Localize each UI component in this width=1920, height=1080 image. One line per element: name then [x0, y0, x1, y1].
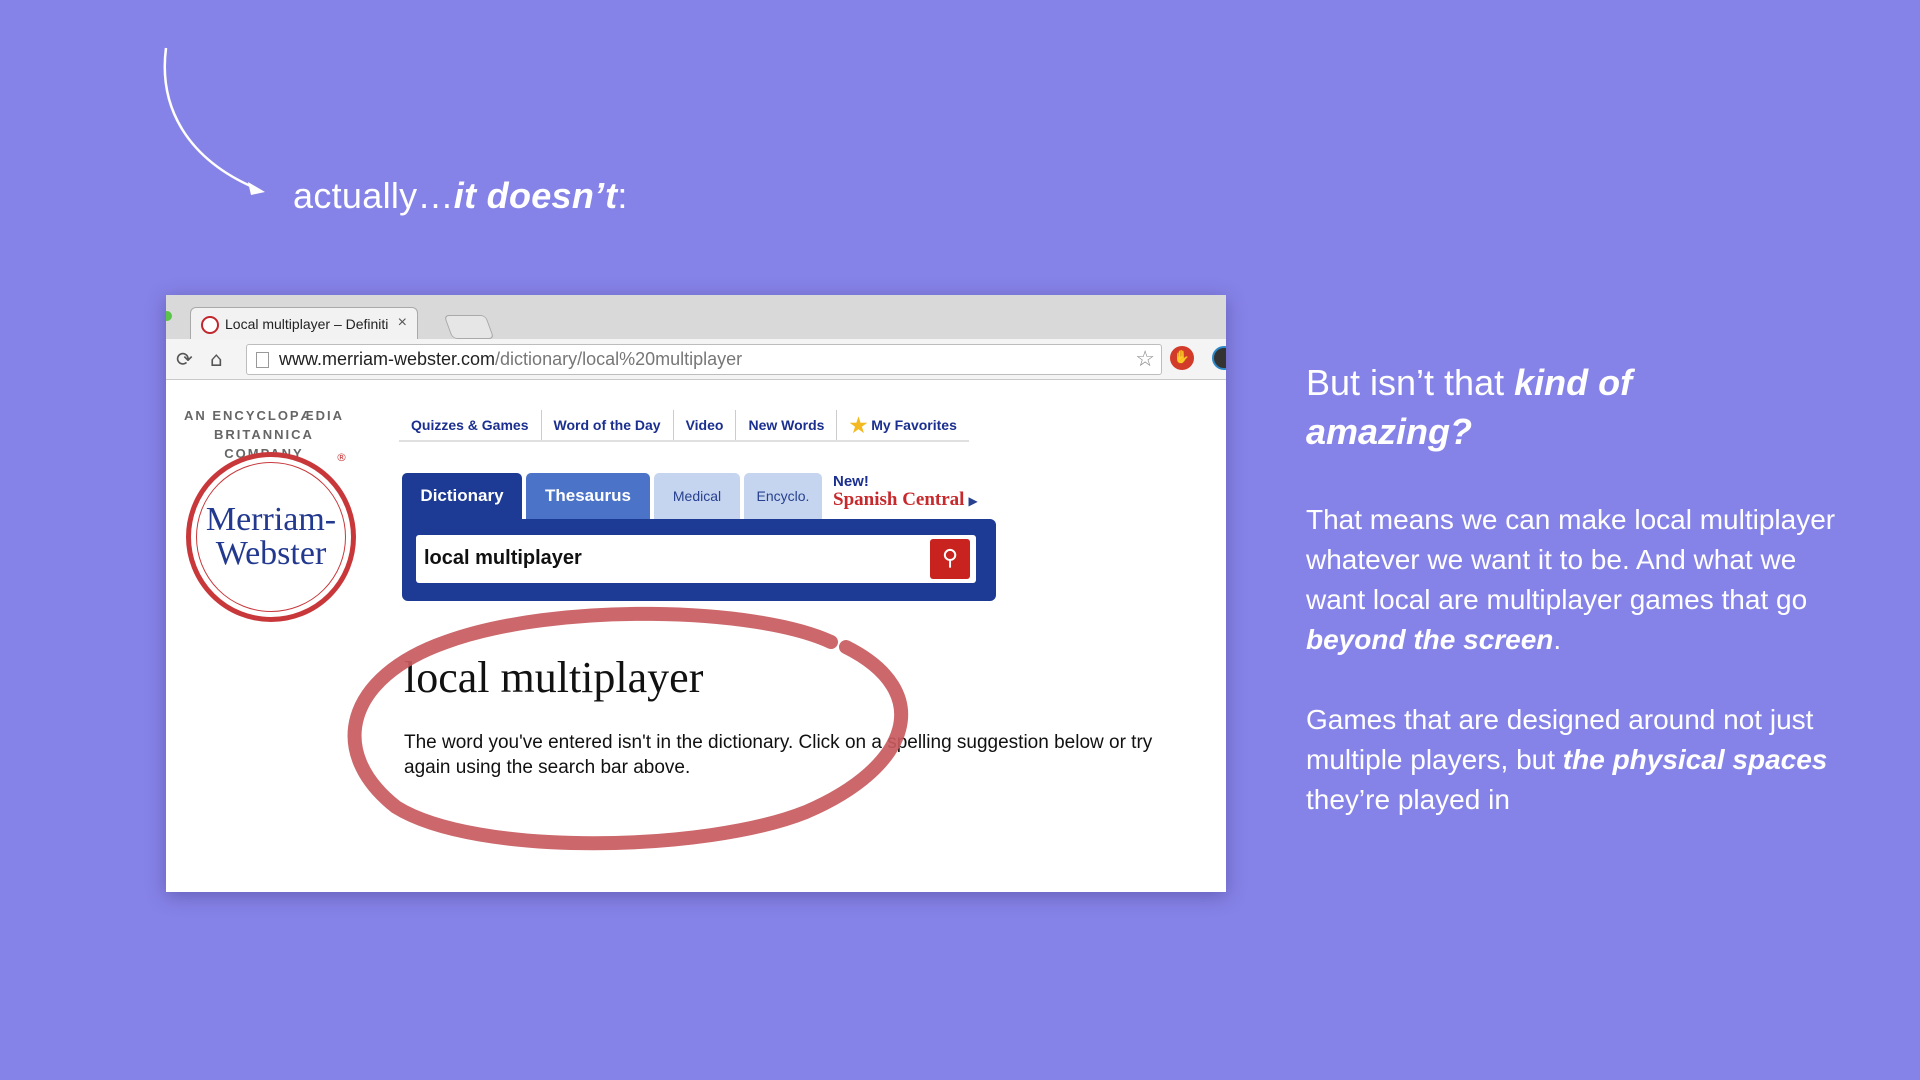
tab-thesaurus[interactable]: Thesaurus: [526, 473, 650, 519]
spanish-central-link[interactable]: New! Spanish Central ▶: [833, 473, 978, 510]
nav-new-words[interactable]: New Words: [736, 410, 838, 440]
nav-video[interactable]: Video: [674, 410, 737, 440]
side-paragraph-1: That means we can make local multiplayer…: [1306, 500, 1846, 660]
bookmark-star-icon[interactable]: ☆: [1135, 344, 1155, 373]
p1-plain: That means we can make local multiplayer…: [1306, 504, 1836, 615]
side-paragraph-2: Games that are designed around not just …: [1306, 700, 1846, 820]
intro-caption: actually…it doesn’t:: [293, 175, 628, 217]
tab-title: Local multiplayer – Definiti: [225, 316, 389, 332]
tab-strip: Local multiplayer – Definiti ×: [166, 295, 1226, 340]
window-zoom-button[interactable]: [166, 311, 172, 321]
browser-window-screenshot: Local multiplayer – Definiti × ⟳ ⌂ www.m…: [166, 295, 1226, 892]
nav-word-of-the-day[interactable]: Word of the Day: [542, 410, 674, 440]
nav-my-favorites[interactable]: ★ My Favorites: [837, 410, 968, 441]
reload-icon[interactable]: ⟳: [176, 347, 193, 371]
side-question-plain: But isn’t that: [1306, 362, 1515, 403]
address-url: www.merriam-webster.com/dictionary/local…: [279, 345, 742, 374]
nav-quizzes-games[interactable]: Quizzes & Games: [399, 410, 542, 440]
promo-label: Spanish Central: [833, 489, 965, 510]
search-button[interactable]: ⚲: [930, 539, 970, 579]
tab-close-icon[interactable]: ×: [398, 314, 407, 332]
favicon-icon: [201, 316, 219, 334]
side-question: But isn’t that kind of amazing?: [1306, 358, 1726, 456]
p2-tail: they’re played in: [1306, 784, 1510, 815]
page-icon: [256, 352, 269, 368]
favorites-star-icon: ★: [849, 415, 868, 437]
search-input[interactable]: local multiplayer ⚲: [416, 535, 976, 583]
search-bar: local multiplayer ⚲: [402, 519, 996, 601]
logo-line2: Webster: [215, 535, 327, 572]
tab-medical[interactable]: Medical: [654, 473, 740, 519]
p2-emphasis: the physical spaces: [1562, 744, 1828, 775]
tagline-line1: AN ENCYCLOPÆDIA: [183, 408, 344, 423]
merriam-webster-logo[interactable]: Merriam- Webster ®: [186, 451, 356, 622]
p1-tail: .: [1553, 624, 1562, 655]
intro-emphasis: it doesn’t: [453, 175, 618, 216]
intro-tail: :: [617, 175, 628, 216]
result-word: local multiplayer: [404, 653, 704, 702]
browser-tab[interactable]: Local multiplayer – Definiti ×: [190, 307, 418, 340]
tab-encyclopedia[interactable]: Encyclo.: [744, 473, 822, 519]
adblock-extension-icon[interactable]: ✋: [1170, 346, 1194, 370]
page-content: AN ENCYCLOPÆDIA BRITANNICA COMPANY Merri…: [166, 380, 1226, 892]
caret-right-icon: ▶: [968, 494, 978, 508]
url-path: /dictionary/local%20multiplayer: [495, 349, 743, 369]
url-host: www.merriam-webster.com: [279, 349, 496, 369]
new-tab-button[interactable]: [443, 315, 495, 339]
home-icon[interactable]: ⌂: [210, 347, 223, 371]
result-message: The word you've entered isn't in the dic…: [404, 732, 1153, 778]
p1-emphasis: beyond the screen: [1306, 624, 1554, 655]
curved-arrow-icon: [163, 47, 265, 195]
search-icon: ⚲: [941, 546, 959, 571]
intro-plain: actually…: [293, 175, 454, 216]
extension-icon[interactable]: [1212, 346, 1226, 370]
logo-text: Merriam- Webster: [191, 503, 351, 571]
top-nav: Quizzes & Games Word of the Day Video New W…: [399, 410, 969, 442]
address-bar[interactable]: www.merriam-webster.com/dictionary/local…: [246, 344, 1162, 375]
search-query: local multiplayer: [424, 547, 582, 569]
logo-line1: Merriam-: [205, 501, 337, 538]
browser-toolbar: ⟳ ⌂ www.merriam-webster.com/dictionary/l…: [166, 339, 1226, 380]
tab-dictionary[interactable]: Dictionary: [402, 473, 522, 519]
nav-my-favorites-label: My Favorites: [871, 417, 957, 433]
registered-mark: ®: [336, 451, 347, 464]
